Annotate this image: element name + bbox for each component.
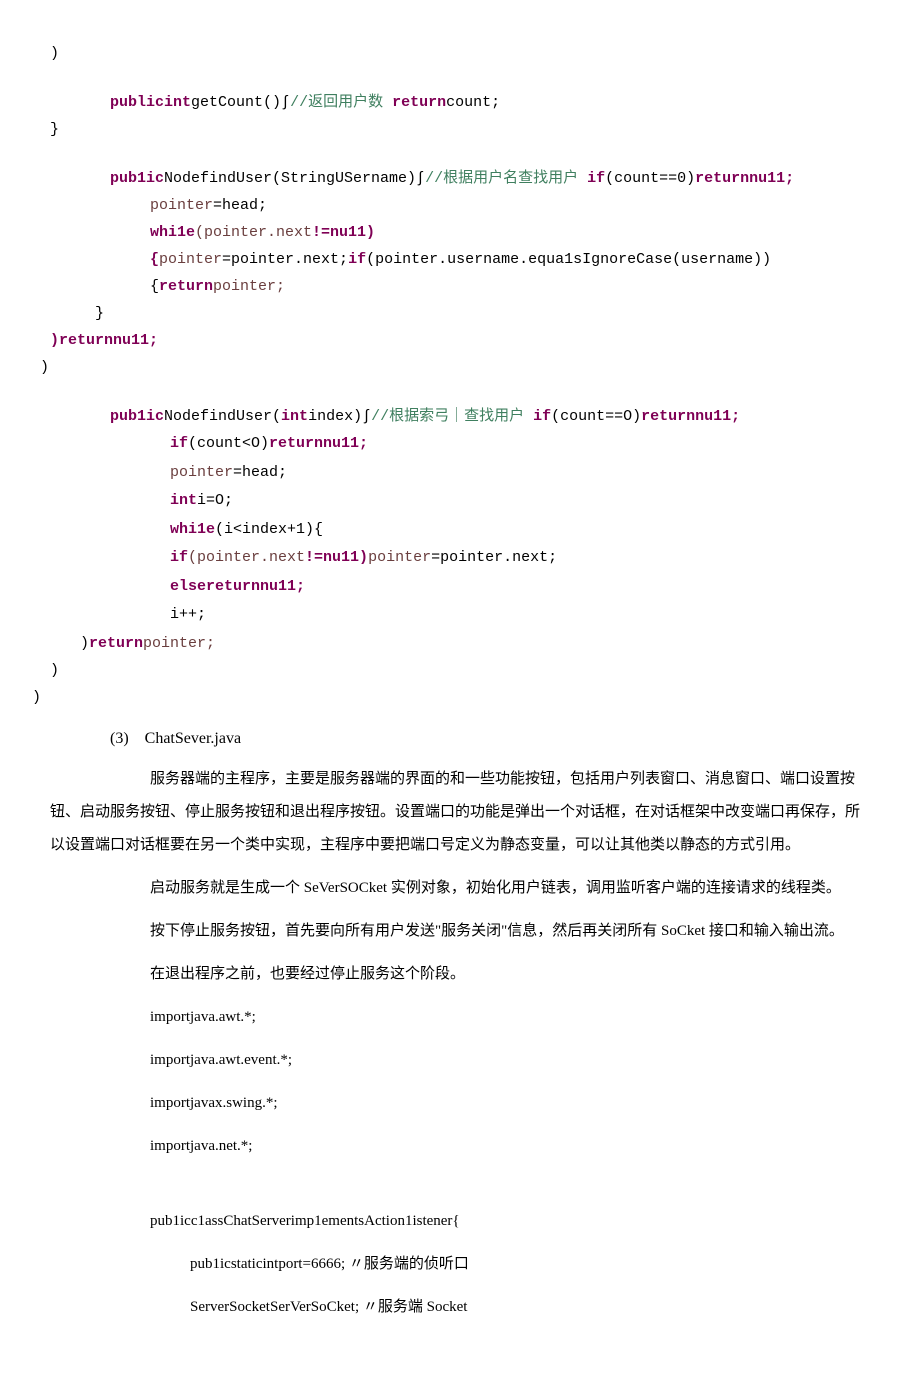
- code-text: i++;: [170, 606, 206, 623]
- condition: (count==0): [605, 170, 695, 187]
- brace: ): [50, 662, 59, 679]
- code-line: if(pointer.next!=nu11)pointer=pointer.ne…: [50, 544, 870, 573]
- keyword-return: returnnu11;: [269, 435, 368, 452]
- brace: }: [95, 305, 104, 322]
- keyword-return: return: [89, 635, 143, 652]
- class-member: ServerSocketSerVerSoCket; 〃服务端 Socket: [50, 1291, 870, 1324]
- code-text: =head;: [213, 197, 267, 214]
- keyword-return: return: [159, 278, 213, 295]
- code-line: pub1icNodefindUser(StringUSername)∫//根据用…: [50, 165, 870, 192]
- keyword-int: int: [170, 492, 197, 509]
- code-line: whi1e(pointer.next!=nu11){pointer=pointe…: [50, 219, 870, 300]
- code-line: inti=O;: [50, 487, 870, 516]
- code-text: =head;: [233, 464, 287, 481]
- identifier: pointer: [159, 251, 222, 268]
- keyword-else: else: [170, 578, 206, 595]
- paragraph: 服务器端的主程序，主要是服务器端的界面的和一些功能按钮，包括用户列表窗口、消息窗…: [50, 763, 870, 862]
- code-text: i=O;: [197, 492, 233, 509]
- paragraph: 启动服务就是生成一个 SeVerSOCket 实例对象，初始化用户链表，调用监听…: [50, 872, 870, 905]
- keyword-if: if: [170, 549, 188, 566]
- keyword-public: pub1ic: [110, 170, 164, 187]
- prose-block: 服务器端的主程序，主要是服务器端的界面的和一些功能按钮，包括用户列表窗口、消息窗…: [50, 763, 870, 1324]
- class-member: pub1icstaticintport=6666; 〃服务端的侦听口: [50, 1248, 870, 1281]
- identifier: pointer;: [143, 635, 215, 652]
- code-line: }: [50, 300, 870, 327]
- keyword-public: pub1ic: [110, 408, 164, 425]
- condition: (count==O): [551, 408, 641, 425]
- code-line: }: [50, 116, 870, 143]
- identifier: (pointer.next: [188, 549, 305, 566]
- paragraph-text: 服务器端的主程序，主要是服务器端的界面的和一些功能按钮，包括用户列表窗口、消息窗…: [50, 771, 860, 853]
- code-line: i++;: [50, 601, 870, 630]
- paragraph: 在退出程序之前，也要经过停止服务这个阶段。: [50, 958, 870, 991]
- code-line: publicintgetCount()∫//返回用户数 returncount;: [50, 89, 870, 116]
- keyword-return: returnnu11;: [206, 578, 305, 595]
- brace: }: [50, 121, 59, 138]
- code-line: )returnpointer;: [50, 630, 870, 657]
- keyword-int: int: [164, 94, 191, 111]
- keyword-return: returnnu11;: [641, 408, 740, 425]
- code-line: ): [50, 40, 870, 67]
- brace: ): [50, 45, 59, 62]
- import-line: importjava.awt.*;: [50, 1001, 870, 1034]
- code-line: if(count<O)returnnu11;: [50, 430, 870, 459]
- code-line: ): [32, 684, 870, 711]
- paragraph: 按下停止服务按钮，首先要向所有用户发送"服务关闭"信息，然后再关闭所有 SoCk…: [50, 915, 870, 948]
- code-text: =pointer.next;: [222, 251, 348, 268]
- code-line: ): [40, 354, 870, 381]
- class-decl: pub1icc1assChatServerimp1ementsAction1is…: [50, 1205, 870, 1238]
- code-line: pointer=head;: [50, 192, 870, 219]
- code-block-1: ) publicintgetCount()∫//返回用户数 returncoun…: [50, 40, 870, 711]
- code-line: elsereturnnu11;: [50, 573, 870, 602]
- keyword-return: return: [392, 94, 446, 111]
- brace: ): [40, 359, 49, 376]
- keyword-if: if: [533, 408, 551, 425]
- comment: //根据索弓｜查找用户: [371, 408, 533, 425]
- comment: //返回用户数: [290, 94, 392, 111]
- brace: ): [32, 689, 41, 706]
- keyword-while: whi1e: [170, 521, 215, 538]
- identifier: count;: [446, 94, 500, 111]
- condition: (count<O): [188, 435, 269, 452]
- keyword-return: returnnu11;: [59, 332, 158, 349]
- identifier: pointer: [170, 464, 233, 481]
- keyword-if: if: [587, 170, 605, 187]
- brace: ): [80, 635, 89, 652]
- keyword-if: if: [348, 251, 366, 268]
- import-line: importjavax.swing.*;: [50, 1087, 870, 1120]
- comment: //根据用户名查找用户: [425, 170, 587, 187]
- import-line: importjava.awt.event.*;: [50, 1044, 870, 1077]
- method-name: NodefindUser(StringUSername)∫: [164, 170, 425, 187]
- import-line: importjava.net.*;: [50, 1130, 870, 1163]
- keyword-int: int: [281, 408, 308, 425]
- keyword-if: if: [170, 435, 188, 452]
- code-line: pointer=head;: [50, 459, 870, 488]
- identifier: pointer: [368, 549, 431, 566]
- condition: (i<index+1){: [215, 521, 323, 538]
- code-line: ): [50, 657, 870, 684]
- section-heading: (3) ChatSever.java: [50, 725, 870, 754]
- code-text: =pointer.next;: [431, 549, 557, 566]
- method-name: NodefindUser(: [164, 408, 281, 425]
- code-line: whi1e(i<index+1){: [50, 516, 870, 545]
- brace: ): [50, 332, 59, 349]
- method-name: getCount()∫: [191, 94, 290, 111]
- keyword-ne-null: !=nu11): [305, 549, 368, 566]
- keyword-return: returnnu11;: [695, 170, 794, 187]
- identifier: pointer: [150, 197, 213, 214]
- code-text: index)∫: [308, 408, 371, 425]
- code-line: )returnnu11;: [50, 327, 870, 354]
- keyword-while: whi1e: [150, 224, 195, 241]
- identifier: (pointer.next: [195, 224, 312, 241]
- keyword-public: public: [110, 94, 164, 111]
- code-line: pub1icNodefindUser(intindex)∫//根据索弓｜查找用户…: [50, 403, 870, 430]
- identifier: pointer;: [213, 278, 285, 295]
